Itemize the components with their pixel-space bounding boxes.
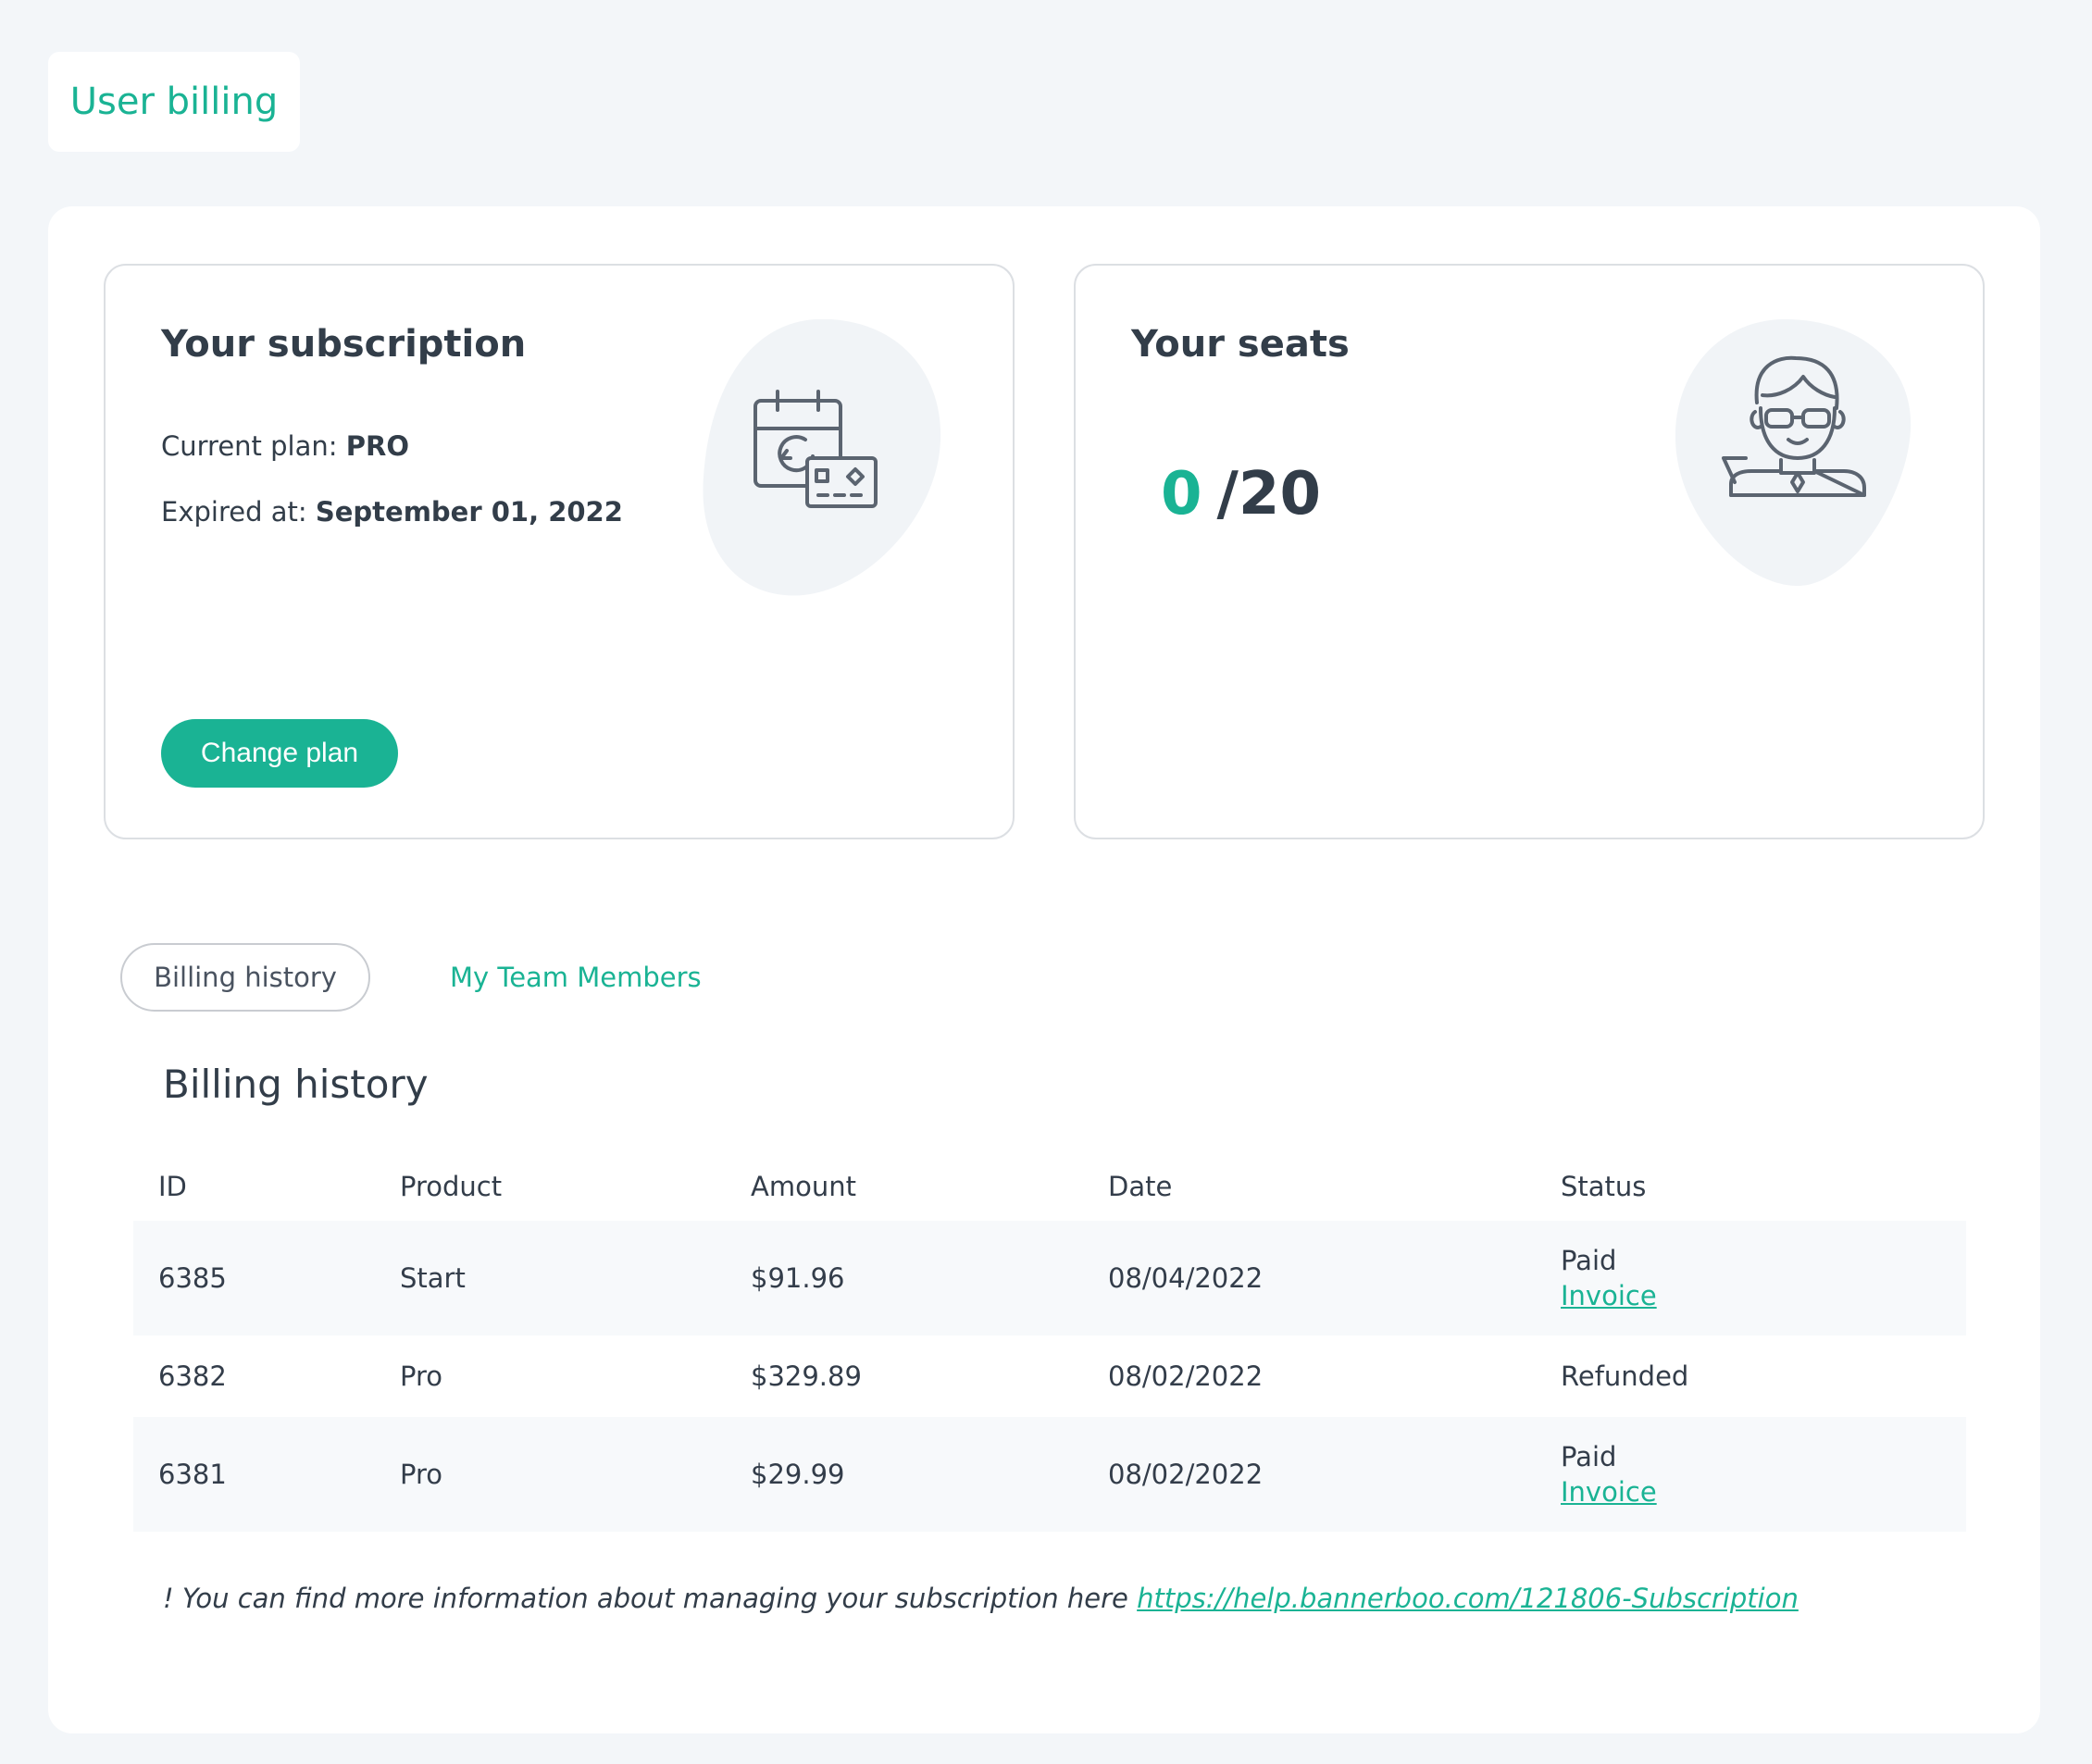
seats-used: 0: [1161, 460, 1202, 528]
tab-billing-history[interactable]: Billing history: [120, 943, 370, 1012]
subscription-help-note: ! You can find more information about ma…: [163, 1583, 1977, 1614]
note-text: ! You can find more information about ma…: [163, 1583, 1138, 1614]
subscription-title: Your subscription: [161, 323, 527, 366]
cell-status: Paid Invoice: [1561, 1439, 1966, 1509]
column-header-product: Product: [400, 1171, 503, 1202]
cell-id: 6381: [158, 1459, 227, 1490]
cell-id: 6385: [158, 1262, 227, 1294]
cell-id: 6382: [158, 1360, 227, 1392]
column-header-date: Date: [1108, 1171, 1173, 1202]
column-header-amount: Amount: [751, 1171, 856, 1202]
cell-product: Pro: [400, 1459, 443, 1490]
table-row: 6385 Start $91.96 08/04/2022 Paid Invoic…: [133, 1221, 1966, 1335]
table-row: 6381 Pro $29.99 08/02/2022 Paid Invoice: [133, 1417, 1966, 1532]
billing-history-title: Billing history: [163, 1062, 429, 1107]
seats-title: Your seats: [1131, 323, 1350, 366]
page-tab-user-billing[interactable]: User billing: [48, 52, 300, 152]
page-tab-label: User billing: [69, 81, 279, 123]
cell-amount: $29.99: [751, 1459, 845, 1490]
cell-status: Paid Invoice: [1561, 1243, 1966, 1313]
change-plan-button[interactable]: Change plan: [161, 719, 398, 788]
cell-amount: $329.89: [751, 1360, 862, 1392]
calendar-card-icon: [703, 319, 941, 596]
cell-product: Pro: [400, 1360, 443, 1392]
seats-total: /20: [1216, 460, 1321, 528]
seats-card: Your seats 0/20: [1074, 264, 1985, 839]
billing-panel: Your subscription Current plan: PRO Expi…: [48, 206, 2040, 1733]
cell-status: Refunded: [1561, 1360, 1689, 1392]
cell-product: Start: [400, 1262, 466, 1294]
seat-count: 0/20: [1161, 460, 1321, 528]
status-text: Paid: [1561, 1441, 1617, 1472]
column-header-status: Status: [1561, 1171, 1647, 1202]
table-header: ID Product Amount Date Status: [133, 1152, 1966, 1221]
current-plan: Current plan: PRO: [161, 430, 409, 462]
column-header-id: ID: [158, 1171, 187, 1202]
invoice-link[interactable]: Invoice: [1561, 1278, 1966, 1313]
cell-date: 08/04/2022: [1108, 1262, 1264, 1294]
user-avatar-icon: [1675, 319, 1911, 587]
cell-amount: $91.96: [751, 1262, 845, 1294]
help-link[interactable]: https://help.bannerboo.com/121806-Subscr…: [1137, 1583, 1799, 1614]
cell-date: 08/02/2022: [1108, 1459, 1264, 1490]
tab-team-members[interactable]: My Team Members: [450, 943, 702, 1012]
expires-value: September 01, 2022: [315, 496, 623, 528]
subscription-card: Your subscription Current plan: PRO Expi…: [104, 264, 1015, 839]
cell-date: 08/02/2022: [1108, 1360, 1264, 1392]
plan-value: PRO: [345, 430, 409, 462]
invoice-link[interactable]: Invoice: [1561, 1474, 1966, 1509]
expiration-date: Expired at: September 01, 2022: [161, 496, 623, 528]
table-row: 6382 Pro $329.89 08/02/2022 Refunded: [133, 1335, 1966, 1417]
billing-table: ID Product Amount Date Status 6385 Start…: [133, 1152, 1966, 1532]
status-text: Paid: [1561, 1245, 1617, 1276]
